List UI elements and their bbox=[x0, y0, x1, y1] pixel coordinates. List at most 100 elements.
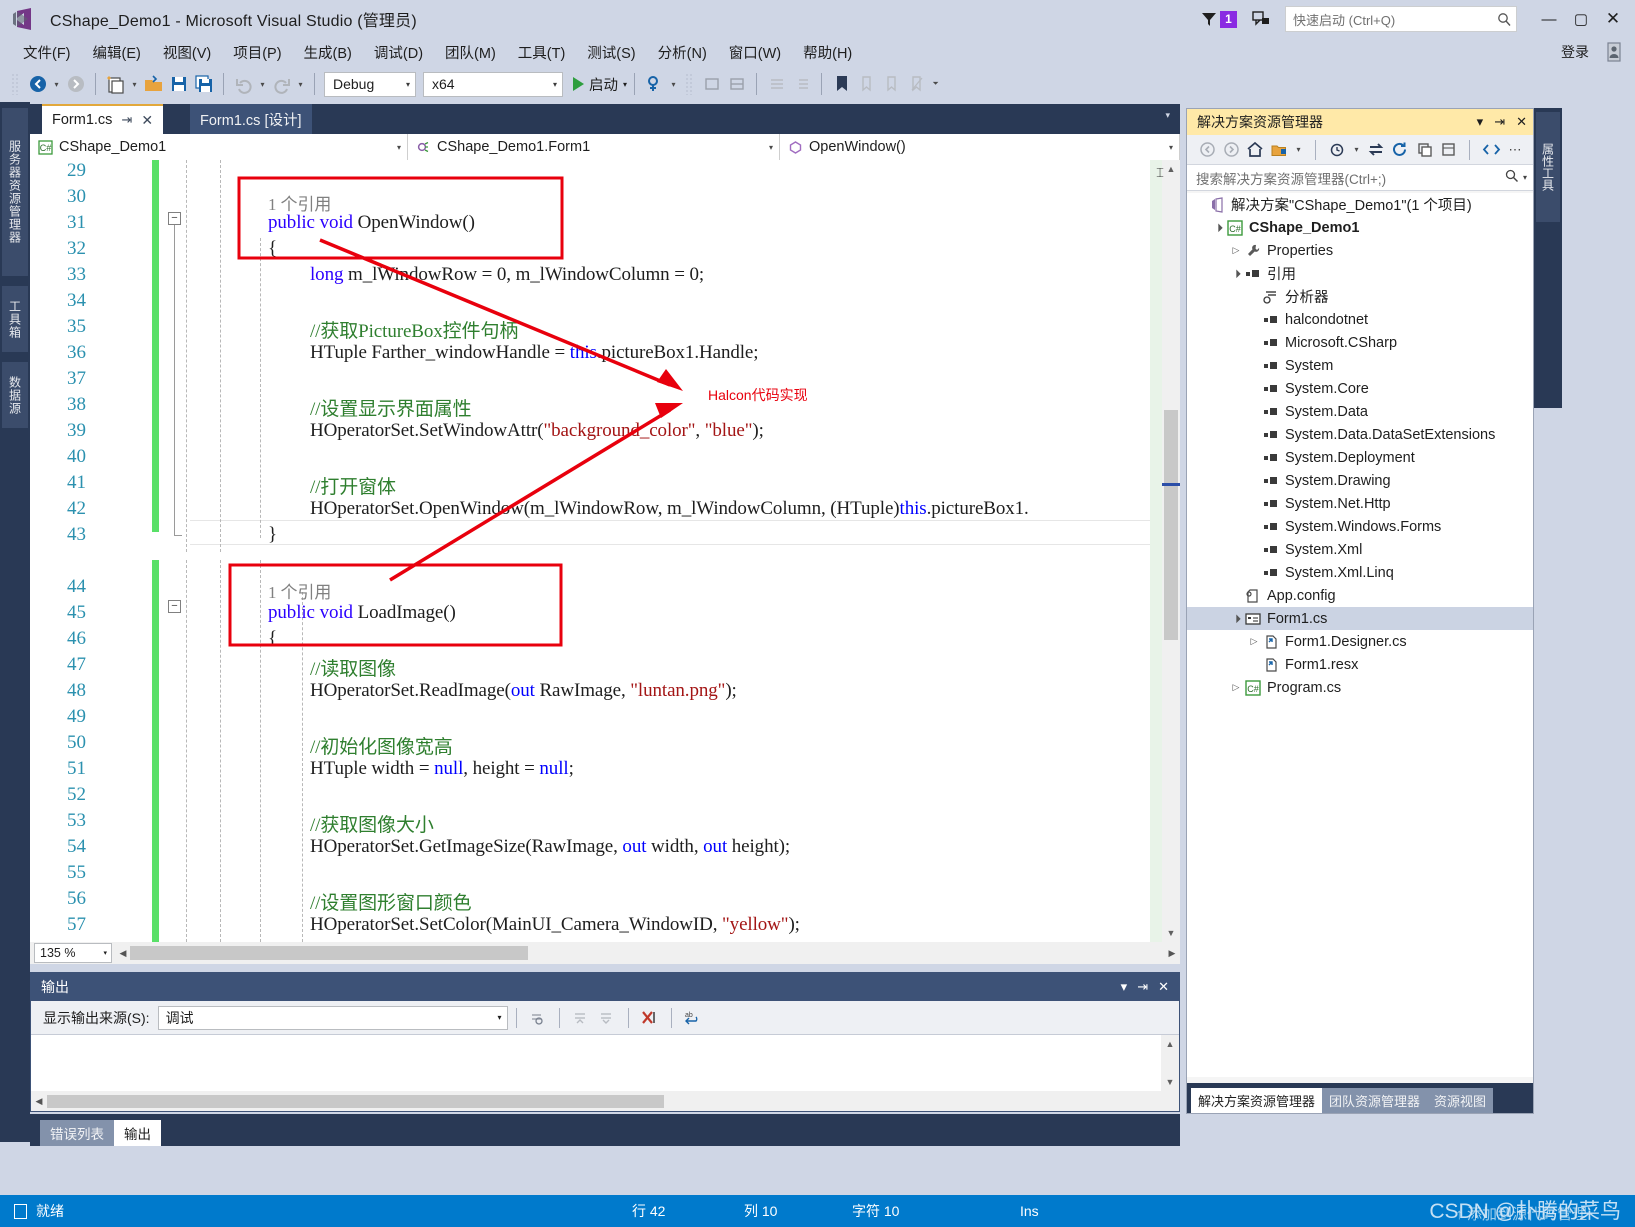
menu-tools[interactable]: 工具(T) bbox=[507, 39, 577, 66]
tree-node[interactable]: System.Xml bbox=[1187, 538, 1533, 561]
go-down-icon[interactable] bbox=[594, 1006, 620, 1030]
zoom-level-dropdown[interactable]: 135 % ▾ bbox=[34, 943, 112, 963]
go-up-icon[interactable] bbox=[568, 1006, 594, 1030]
find-message-icon[interactable] bbox=[525, 1006, 551, 1030]
editor-scroll-thumb[interactable] bbox=[1164, 410, 1178, 640]
editor-hscroll-thumb[interactable] bbox=[130, 946, 528, 960]
navigate-forward-icon[interactable] bbox=[63, 72, 88, 97]
expanded-chevron-icon[interactable]: ◢ bbox=[1228, 265, 1244, 281]
open-folder-icon[interactable] bbox=[141, 72, 166, 97]
new-item-icon[interactable] bbox=[103, 72, 128, 97]
navbar-project-dropdown[interactable]: C# CShape_Demo1 ▾ bbox=[30, 134, 408, 160]
increase-indent-icon[interactable] bbox=[789, 72, 814, 97]
output-vertical-scrollbar[interactable]: ▲ ▼ bbox=[1161, 1035, 1179, 1111]
notification-indicator[interactable]: 1 bbox=[1200, 10, 1237, 28]
search-options-caret[interactable]: ▾ bbox=[1523, 173, 1527, 182]
code-editor[interactable]: − − 29 30 31 32 33 34 35 36 37 38 39 40 … bbox=[30, 160, 1180, 942]
new-item-caret[interactable]: ▾ bbox=[128, 72, 141, 97]
account-icon[interactable] bbox=[1603, 41, 1625, 63]
vtab-data-sources[interactable]: 数据源 bbox=[2, 362, 28, 428]
forward-icon[interactable] bbox=[1220, 139, 1242, 161]
minimize-button[interactable]: — bbox=[1533, 4, 1565, 34]
undo-icon[interactable] bbox=[231, 72, 256, 97]
vtab-toolbox[interactable]: 工具箱 bbox=[2, 286, 28, 352]
fold-toggle-line-30[interactable]: − bbox=[168, 212, 181, 225]
show-all-files-icon[interactable] bbox=[1268, 139, 1290, 161]
menu-team[interactable]: 团队(M) bbox=[434, 39, 507, 66]
previous-bookmark-icon[interactable] bbox=[854, 72, 879, 97]
tree-node[interactable]: System.Drawing bbox=[1187, 469, 1533, 492]
tree-node[interactable]: System.Data bbox=[1187, 400, 1533, 423]
close-icon[interactable]: ✕ bbox=[141, 112, 153, 129]
redo-caret[interactable]: ▾ bbox=[294, 72, 307, 97]
collapsed-chevron-icon[interactable]: ▷ bbox=[1229, 245, 1243, 256]
navbar-type-dropdown[interactable]: CShape_Demo1.Form1 ▾ bbox=[408, 134, 780, 160]
expanded-chevron-icon[interactable]: ◢ bbox=[1228, 610, 1244, 626]
show-all-files-caret[interactable]: ▾ bbox=[1292, 140, 1305, 160]
vtab-server-explorer[interactable]: 服务器资源管理器 bbox=[2, 108, 28, 276]
tree-node[interactable]: 分析器 bbox=[1187, 285, 1533, 308]
toolbar-grip[interactable] bbox=[11, 73, 20, 95]
collapsed-chevron-icon[interactable]: ▷ bbox=[1229, 682, 1243, 693]
back-icon[interactable] bbox=[1196, 139, 1218, 161]
pending-changes-caret[interactable]: ▾ bbox=[1350, 140, 1363, 160]
se-tab-solution-explorer[interactable]: 解决方案资源管理器 bbox=[1191, 1088, 1323, 1113]
tree-node[interactable]: Microsoft.CSharp bbox=[1187, 331, 1533, 354]
notification-badge[interactable]: 1 bbox=[1220, 10, 1237, 28]
menu-window[interactable]: 窗口(W) bbox=[718, 39, 792, 66]
tree-node[interactable]: ▷ Form1.Designer.cs bbox=[1187, 630, 1533, 653]
menu-debug[interactable]: 调试(D) bbox=[363, 39, 434, 66]
maximize-button[interactable]: ▢ bbox=[1565, 4, 1597, 34]
bottom-tab-error-list[interactable]: 错误列表 bbox=[40, 1120, 114, 1146]
solution-explorer-tree[interactable]: 解决方案"CShape_Demo1"(1 个项目) ◢ C# CShape_Demo1… bbox=[1187, 193, 1533, 1077]
output-panel-body[interactable]: ▲ ▼ ◀ bbox=[31, 1035, 1179, 1111]
pin-icon[interactable]: ⇥ bbox=[1494, 114, 1505, 130]
collapsed-chevron-icon[interactable]: ▷ bbox=[1247, 636, 1261, 647]
se-tab-team-explorer[interactable]: 团队资源管理器 bbox=[1322, 1088, 1428, 1113]
menu-analyze[interactable]: 分析(N) bbox=[647, 39, 718, 66]
platform-dropdown[interactable]: x64 ▾ bbox=[423, 71, 563, 97]
scroll-down-icon[interactable]: ▼ bbox=[1161, 1073, 1179, 1091]
view-code-icon[interactable] bbox=[1480, 139, 1502, 161]
sign-in-button[interactable]: 登录 bbox=[1561, 42, 1589, 62]
attach-process-icon[interactable] bbox=[642, 72, 667, 97]
output-hscroll-thumb[interactable] bbox=[47, 1094, 664, 1108]
output-source-dropdown[interactable]: 调试 ▾ bbox=[157, 1005, 508, 1030]
toolbar-overflow-caret[interactable]: ⏷ bbox=[929, 72, 942, 97]
tree-node[interactable]: System.Xml.Linq bbox=[1187, 561, 1533, 584]
send-feedback-icon[interactable] bbox=[1251, 9, 1271, 29]
clear-bookmarks-icon[interactable] bbox=[904, 72, 929, 97]
word-wrap-icon[interactable]: ab bbox=[680, 1006, 706, 1030]
fold-toggle-line-44[interactable]: − bbox=[168, 600, 181, 613]
start-debug-button[interactable]: 启动 ▾ bbox=[573, 74, 627, 95]
editor-tab-form1-cs[interactable]: Form1.cs ⇥ ✕ bbox=[42, 104, 164, 134]
close-button[interactable]: ✕ bbox=[1597, 4, 1629, 34]
menu-file[interactable]: 文件(F) bbox=[12, 39, 82, 66]
chevron-down-icon[interactable]: ▾ bbox=[623, 80, 627, 89]
pin-icon[interactable]: ⇥ bbox=[121, 112, 132, 128]
tree-node[interactable]: ◢ Form1.cs bbox=[1187, 607, 1533, 630]
bottom-tab-output[interactable]: 输出 bbox=[114, 1120, 161, 1146]
tree-node[interactable]: App.config bbox=[1187, 584, 1533, 607]
scroll-left-icon[interactable]: ◀ bbox=[116, 946, 130, 960]
decrease-indent-icon[interactable] bbox=[764, 72, 789, 97]
tree-node[interactable]: System.Data.DataSetExtensions bbox=[1187, 423, 1533, 446]
tree-node[interactable]: ◢ 引用 bbox=[1187, 262, 1533, 285]
tree-node[interactable]: System.Deployment bbox=[1187, 446, 1533, 469]
menu-view[interactable]: 视图(V) bbox=[152, 39, 222, 66]
chevron-down-icon[interactable]: ▾ bbox=[1477, 114, 1484, 130]
menu-edit[interactable]: 编辑(E) bbox=[82, 39, 152, 66]
home-icon[interactable] bbox=[1244, 139, 1266, 161]
tree-node[interactable]: ▷ C# Program.cs bbox=[1187, 676, 1533, 699]
tree-node[interactable]: halcondotnet bbox=[1187, 308, 1533, 331]
menu-build[interactable]: 生成(B) bbox=[293, 39, 363, 66]
close-icon[interactable]: ✕ bbox=[1516, 114, 1527, 130]
tree-node[interactable]: Form1.resx bbox=[1187, 653, 1533, 676]
scroll-down-icon[interactable]: ▼ bbox=[1162, 924, 1180, 942]
sync-icon[interactable] bbox=[1365, 139, 1387, 161]
pending-changes-icon[interactable] bbox=[1326, 139, 1348, 161]
vtab-properties-toolbox[interactable]: 属性工具 bbox=[1536, 112, 1560, 222]
tree-node[interactable]: ▷ Properties bbox=[1187, 239, 1533, 262]
solution-explorer-search-input[interactable]: 搜索解决方案资源管理器(Ctrl+;) ▾ bbox=[1187, 165, 1533, 191]
clear-all-icon[interactable] bbox=[637, 1006, 663, 1030]
